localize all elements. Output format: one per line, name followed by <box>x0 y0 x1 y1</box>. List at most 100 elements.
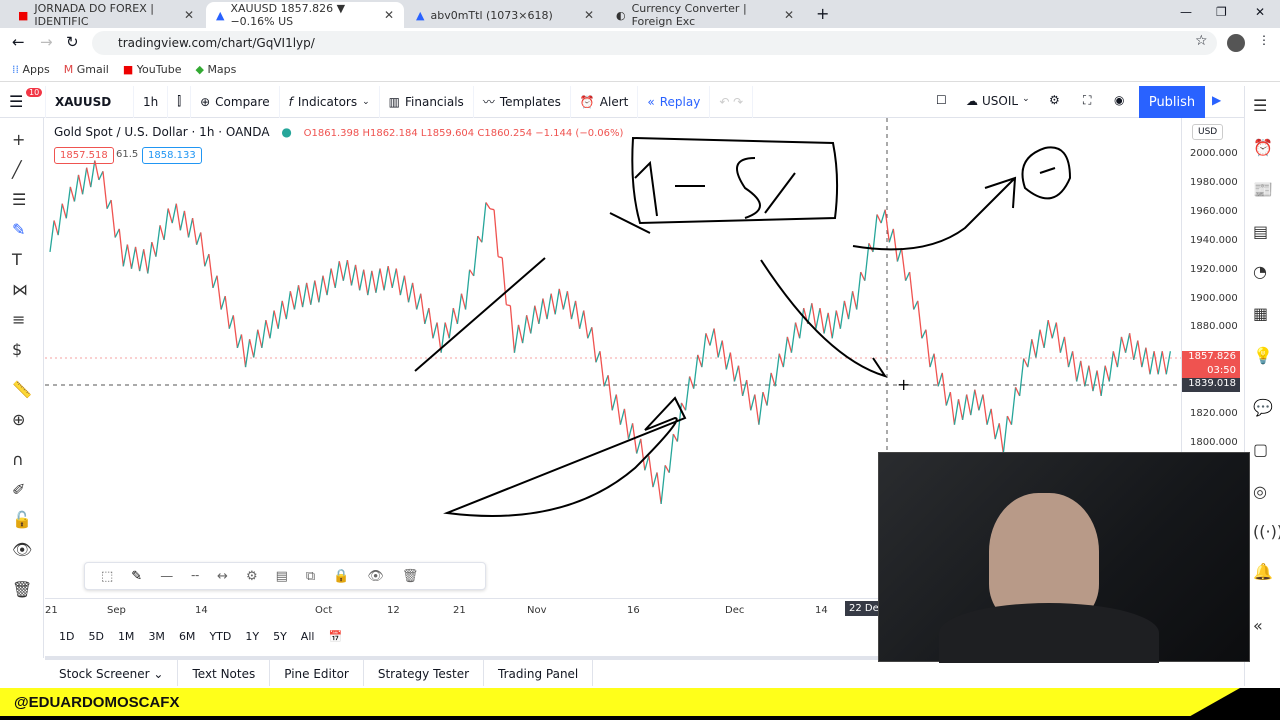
symbol-search[interactable]: XAUUSD <box>46 85 134 118</box>
notifications-icon[interactable]: 🔔 <box>1253 562 1273 581</box>
range-1m[interactable]: 1M <box>118 630 135 643</box>
tab-stock-screener[interactable]: Stock Screener ⌄ <box>45 660 179 686</box>
replay-button[interactable]: «Replay <box>638 85 711 118</box>
browser-tab[interactable]: ▲ abv0mTtl (1073×618) ✕ <box>406 2 604 28</box>
minimize-button[interactable]: — <box>1180 5 1192 19</box>
alert-button[interactable]: ⏰ Alert <box>571 85 639 118</box>
calendar-icon[interactable]: ▦ <box>1253 304 1268 323</box>
interval-button[interactable]: 1h <box>134 85 169 118</box>
close-tab-icon[interactable]: ✕ <box>184 8 194 22</box>
layout-icon[interactable]: ☐ <box>936 93 947 107</box>
trash-icon[interactable]: 🗑 <box>12 580 32 599</box>
compare-button[interactable]: ⊕ Compare <box>191 85 280 118</box>
watchlist-icon[interactable]: ☰ <box>1253 96 1267 115</box>
chart-type-button[interactable]: ⫿ <box>168 85 192 118</box>
tab-pine-editor[interactable]: Pine Editor <box>270 660 364 686</box>
visibility-icon[interactable]: 👁 <box>367 569 384 584</box>
indicators-button[interactable]: f Indicators ⌄ <box>280 85 380 118</box>
clone-icon[interactable]: ⧉ <box>306 569 315 584</box>
price-segment <box>599 351 605 387</box>
url-input[interactable]: tradingview.com/chart/GqVI1lyp/ <box>92 31 1217 55</box>
line-end-icon[interactable]: ↔ <box>217 569 228 584</box>
dollar-icon[interactable]: $ <box>12 340 22 359</box>
range-5d[interactable]: 5D <box>88 630 103 643</box>
new-tab-button[interactable]: + <box>816 4 829 23</box>
goto-date-icon[interactable]: 📅 <box>328 630 342 643</box>
close-tab-icon[interactable]: ✕ <box>384 8 394 22</box>
settings-gear-icon[interactable]: ⚙ <box>1049 93 1060 107</box>
bookmark-gmail[interactable]: M Gmail <box>64 63 109 76</box>
pencil-lock-icon[interactable]: ✐ <box>12 480 25 499</box>
watchlist-select[interactable]: ☁ USOIL ⌄ <box>966 94 1030 108</box>
eye-icon[interactable]: 👁 <box>12 540 32 559</box>
signal-icon[interactable]: ((·)) <box>1253 522 1280 541</box>
lock-icon[interactable]: 🔓 <box>12 510 32 529</box>
reload-icon[interactable]: ↻ <box>66 33 79 51</box>
tab-strategy-tester[interactable]: Strategy Tester <box>364 660 485 686</box>
bookmark-apps[interactable]: ⁞⁞ Apps <box>12 63 50 76</box>
close-tab-icon[interactable]: ✕ <box>584 8 594 22</box>
settings-icon[interactable]: ⚙ <box>246 569 258 584</box>
range-1y[interactable]: 1Y <box>245 630 259 643</box>
ideas-bulb-icon[interactable]: 💡 <box>1253 346 1273 365</box>
trendline-icon[interactable]: ╱ <box>12 160 22 179</box>
crosshair-icon[interactable]: + <box>12 130 25 149</box>
fullscreen-icon[interactable]: ⛶ <box>1083 93 1091 108</box>
range-ytd[interactable]: YTD <box>209 630 231 643</box>
main-menu-button[interactable]: ☰ 10 <box>0 85 46 118</box>
text-icon[interactable]: T <box>12 250 22 269</box>
forward-icon[interactable]: → <box>40 33 53 51</box>
buy-price-button[interactable]: 1858.133 <box>142 147 202 164</box>
range-5y[interactable]: 5Y <box>273 630 287 643</box>
bookmark-youtube[interactable]: ■ YouTube <box>123 63 182 76</box>
undo-redo[interactable]: ↶ ↷ <box>710 85 754 118</box>
back-icon[interactable]: ← <box>12 33 25 51</box>
maximize-button[interactable]: ❐ <box>1216 5 1227 19</box>
sell-price-button[interactable]: 1857.518 <box>54 147 114 164</box>
bookmark-maps[interactable]: ◆ Maps <box>195 63 236 76</box>
line-width-icon[interactable]: — <box>160 569 173 584</box>
collapse-icon[interactable]: « <box>1253 616 1263 635</box>
browser-tab[interactable]: ◐ Currency Converter | Foreign Exc ✕ <box>606 2 804 28</box>
bookmark-star-icon[interactable]: ☆ <box>1195 33 1208 49</box>
line-style-icon[interactable]: ╌ <box>191 569 199 584</box>
camera-icon[interactable]: ◉ <box>1114 93 1124 107</box>
menu-icon[interactable]: ⋮ <box>1258 33 1270 47</box>
drag-handle-icon[interactable]: ⬚ <box>101 569 113 584</box>
range-1d[interactable]: 1D <box>59 630 74 643</box>
chat-icon[interactable]: 💬 <box>1253 398 1273 417</box>
range-6m[interactable]: 6M <box>179 630 196 643</box>
close-window-button[interactable]: ✕ <box>1255 5 1265 19</box>
forecast-icon[interactable]: ≡ <box>12 310 25 329</box>
magnet-icon[interactable]: ∩ <box>12 450 24 469</box>
tab-text-notes[interactable]: Text Notes <box>178 660 271 686</box>
avatar[interactable] <box>1227 34 1245 52</box>
browser-tab-active[interactable]: ▲ XAUUSD 1857.826 ▼ −0.16% US ✕ <box>206 2 404 28</box>
zoom-icon[interactable]: ⊕ <box>12 410 25 429</box>
notes-icon[interactable]: ▤ <box>1253 222 1268 241</box>
brush-icon[interactable]: ✎ <box>12 220 25 239</box>
template-icon[interactable]: ▤ <box>276 569 288 584</box>
news-icon[interactable]: 📰 <box>1253 180 1273 199</box>
tab-trading-panel[interactable]: Trading Panel <box>484 660 594 686</box>
pattern-icon[interactable]: ⋈ <box>12 280 28 299</box>
close-tab-icon[interactable]: ✕ <box>784 8 794 22</box>
pen-color-icon[interactable]: ✎ <box>131 569 142 584</box>
trash-icon[interactable]: 🗑 <box>402 569 419 584</box>
hotlist-icon[interactable]: ◔ <box>1253 262 1267 281</box>
play-icon[interactable]: ▶ <box>1212 93 1221 107</box>
publish-button[interactable]: Publish <box>1139 86 1205 118</box>
fib-icon[interactable]: ☰ <box>12 190 26 209</box>
price-segment <box>1055 322 1062 353</box>
range-3m[interactable]: 3M <box>148 630 165 643</box>
price-segment <box>636 438 642 454</box>
alarm-clock-icon[interactable]: ⏰ <box>1253 138 1273 157</box>
streams-icon[interactable]: ▢ <box>1253 440 1268 459</box>
browser-tab[interactable]: ■ JORNADA DO FOREX | IDENTIFIC ✕ <box>8 2 204 28</box>
ruler-icon[interactable]: 📏 <box>12 380 32 399</box>
help-icon[interactable]: ◎ <box>1253 482 1267 501</box>
templates-button[interactable]: 〰 Templates <box>474 85 571 118</box>
lock-icon[interactable]: 🔒 <box>333 569 349 584</box>
financials-button[interactable]: ▥ Financials <box>380 85 474 118</box>
range-all[interactable]: All <box>301 630 315 643</box>
